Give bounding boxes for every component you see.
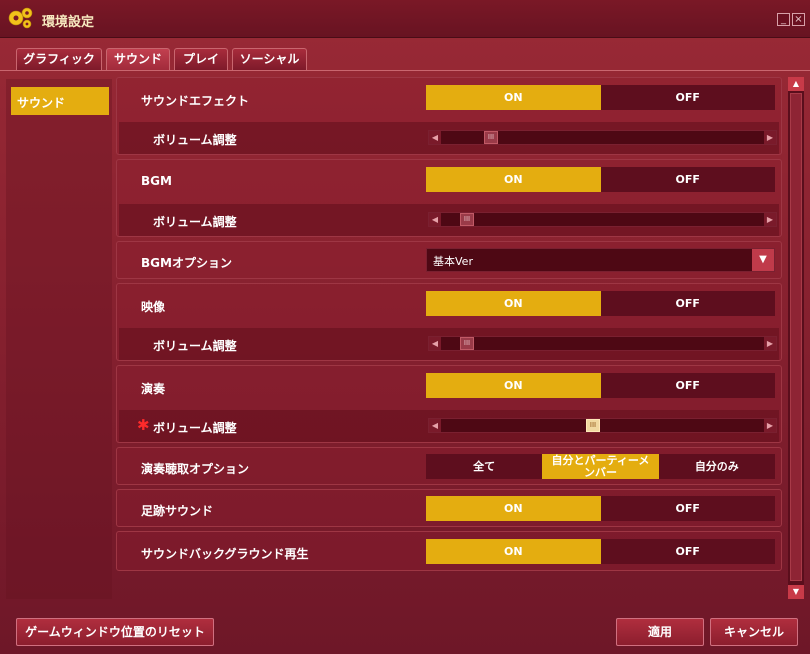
performance-off-button[interactable]: OFF	[600, 373, 775, 398]
background-play-label: サウンドバックグラウンド再生	[141, 547, 309, 561]
bgm-option-value: 基本Ver	[433, 255, 473, 268]
background-play-off-button[interactable]: OFF	[600, 539, 775, 564]
footstep-on-button[interactable]: ON	[426, 496, 601, 521]
performance-label: 演奏	[141, 382, 166, 396]
video-volume-slider[interactable]: ◀ III ▶	[428, 336, 777, 351]
listen-all-button[interactable]: 全て	[426, 454, 543, 479]
sound-effect-off-button[interactable]: OFF	[600, 85, 775, 110]
listen-party-label-line2: ンバー	[583, 466, 617, 479]
bgm-volume-slider[interactable]: ◀ III ▶	[428, 212, 777, 227]
section-performance: 演奏 ON OFF ✱ ボリューム調整 ◀ III ▶	[116, 365, 782, 443]
section-bgm: BGM ON OFF ボリューム調整 ◀ III ▶	[116, 159, 782, 237]
sidebar: サウンド	[6, 79, 112, 599]
slider-right-arrow-icon[interactable]: ▶	[764, 337, 776, 350]
slider-thumb[interactable]: III	[460, 213, 474, 226]
sidebar-item-sound[interactable]: サウンド	[11, 87, 109, 115]
slider-thumb[interactable]: III	[586, 419, 600, 432]
title-bar: 環境設定 _ ×	[0, 0, 810, 38]
sound-effect-volume-label: ボリューム調整	[153, 133, 237, 147]
bgm-volume-label: ボリューム調整	[153, 215, 237, 229]
settings-panel: サウンドエフェクト ON OFF ボリューム調整 ◀ III ▶ BGM ON …	[116, 77, 784, 571]
close-button[interactable]: ×	[792, 13, 805, 26]
video-volume-row: ボリューム調整 ◀ III ▶	[119, 328, 779, 360]
slider-right-arrow-icon[interactable]: ▶	[764, 213, 776, 226]
footstep-toggle: ON OFF	[426, 496, 775, 521]
scrollbar[interactable]: ▲ ▼	[788, 77, 804, 599]
performance-on-button[interactable]: ON	[426, 373, 601, 398]
minimize-button[interactable]: _	[777, 13, 790, 26]
section-footstep: 足跡サウンド ON OFF	[116, 489, 782, 527]
sound-effect-volume-slider[interactable]: ◀ III ▶	[428, 130, 777, 145]
video-volume-label: ボリューム調整	[153, 339, 237, 353]
slider-thumb[interactable]: III	[460, 337, 474, 350]
slider-left-arrow-icon[interactable]: ◀	[429, 337, 441, 350]
scroll-up-icon[interactable]: ▲	[788, 77, 804, 91]
section-background-play: サウンドバックグラウンド再生 ON OFF	[116, 531, 782, 571]
listen-self-button[interactable]: 自分のみ	[658, 454, 775, 479]
section-video: 映像 ON OFF ボリューム調整 ◀ III ▶	[116, 283, 782, 361]
sound-effect-volume-row: ボリューム調整 ◀ III ▶	[119, 122, 779, 154]
asterisk-icon: ✱	[137, 416, 150, 434]
video-label: 映像	[141, 300, 166, 314]
footstep-off-button[interactable]: OFF	[600, 496, 775, 521]
bgm-volume-row: ボリューム調整 ◀ III ▶	[119, 204, 779, 236]
listen-option-toggle: 全て 自分とパーティーメ ンバー 自分のみ	[426, 454, 775, 479]
slider-left-arrow-icon[interactable]: ◀	[429, 131, 441, 144]
section-sound-effect: サウンドエフェクト ON OFF ボリューム調整 ◀ III ▶	[116, 77, 782, 155]
background-play-toggle: ON OFF	[426, 539, 775, 564]
window-title: 環境設定	[42, 15, 95, 30]
apply-button[interactable]: 適用	[616, 618, 704, 646]
performance-volume-row: ✱ ボリューム調整 ◀ III ▶	[119, 410, 779, 442]
performance-toggle: ON OFF	[426, 373, 775, 398]
reset-window-position-button[interactable]: ゲームウィンドウ位置のリセット	[16, 618, 214, 646]
video-toggle: ON OFF	[426, 291, 775, 316]
slider-left-arrow-icon[interactable]: ◀	[429, 213, 441, 226]
tab-graphics[interactable]: グラフィック	[16, 48, 102, 70]
chevron-down-icon[interactable]: ▼	[752, 249, 774, 271]
bgm-option-label: BGMオプション	[141, 256, 232, 270]
section-listen-option: 演奏聴取オプション 全て 自分とパーティーメ ンバー 自分のみ	[116, 447, 782, 485]
bgm-toggle: ON OFF	[426, 167, 775, 192]
footstep-label: 足跡サウンド	[141, 504, 214, 518]
slider-right-arrow-icon[interactable]: ▶	[764, 419, 776, 432]
section-bgm-option: BGMオプション 基本Ver ▼	[116, 241, 782, 279]
tab-play[interactable]: プレイ	[174, 48, 228, 70]
slider-right-arrow-icon[interactable]: ▶	[764, 131, 776, 144]
bgm-option-select[interactable]: 基本Ver ▼	[426, 248, 775, 272]
sound-effect-label: サウンドエフェクト	[141, 94, 250, 108]
tab-social[interactable]: ソーシャル	[232, 48, 307, 70]
background-play-on-button[interactable]: ON	[426, 539, 601, 564]
sound-effect-on-button[interactable]: ON	[426, 85, 601, 110]
settings-frame: サウンド サウンドエフェクト ON OFF ボリューム調整 ◀ III ▶ BG…	[0, 70, 810, 604]
sound-effect-toggle: ON OFF	[426, 85, 775, 110]
slider-thumb[interactable]: III	[484, 131, 498, 144]
bgm-off-button[interactable]: OFF	[600, 167, 775, 192]
listen-option-label: 演奏聴取オプション	[141, 462, 250, 476]
bgm-on-button[interactable]: ON	[426, 167, 601, 192]
video-on-button[interactable]: ON	[426, 291, 601, 316]
performance-volume-slider[interactable]: ◀ III ▶	[428, 418, 777, 433]
scroll-thumb[interactable]	[790, 93, 802, 581]
video-off-button[interactable]: OFF	[600, 291, 775, 316]
cancel-button[interactable]: キャンセル	[710, 618, 798, 646]
scroll-down-icon[interactable]: ▼	[788, 585, 804, 599]
performance-volume-label: ボリューム調整	[153, 421, 237, 435]
slider-left-arrow-icon[interactable]: ◀	[429, 419, 441, 432]
tab-sound[interactable]: サウンド	[106, 48, 170, 71]
bgm-label: BGM	[141, 174, 172, 188]
listen-party-button[interactable]: 自分とパーティーメ ンバー	[542, 454, 659, 479]
gear-icon	[8, 7, 33, 29]
